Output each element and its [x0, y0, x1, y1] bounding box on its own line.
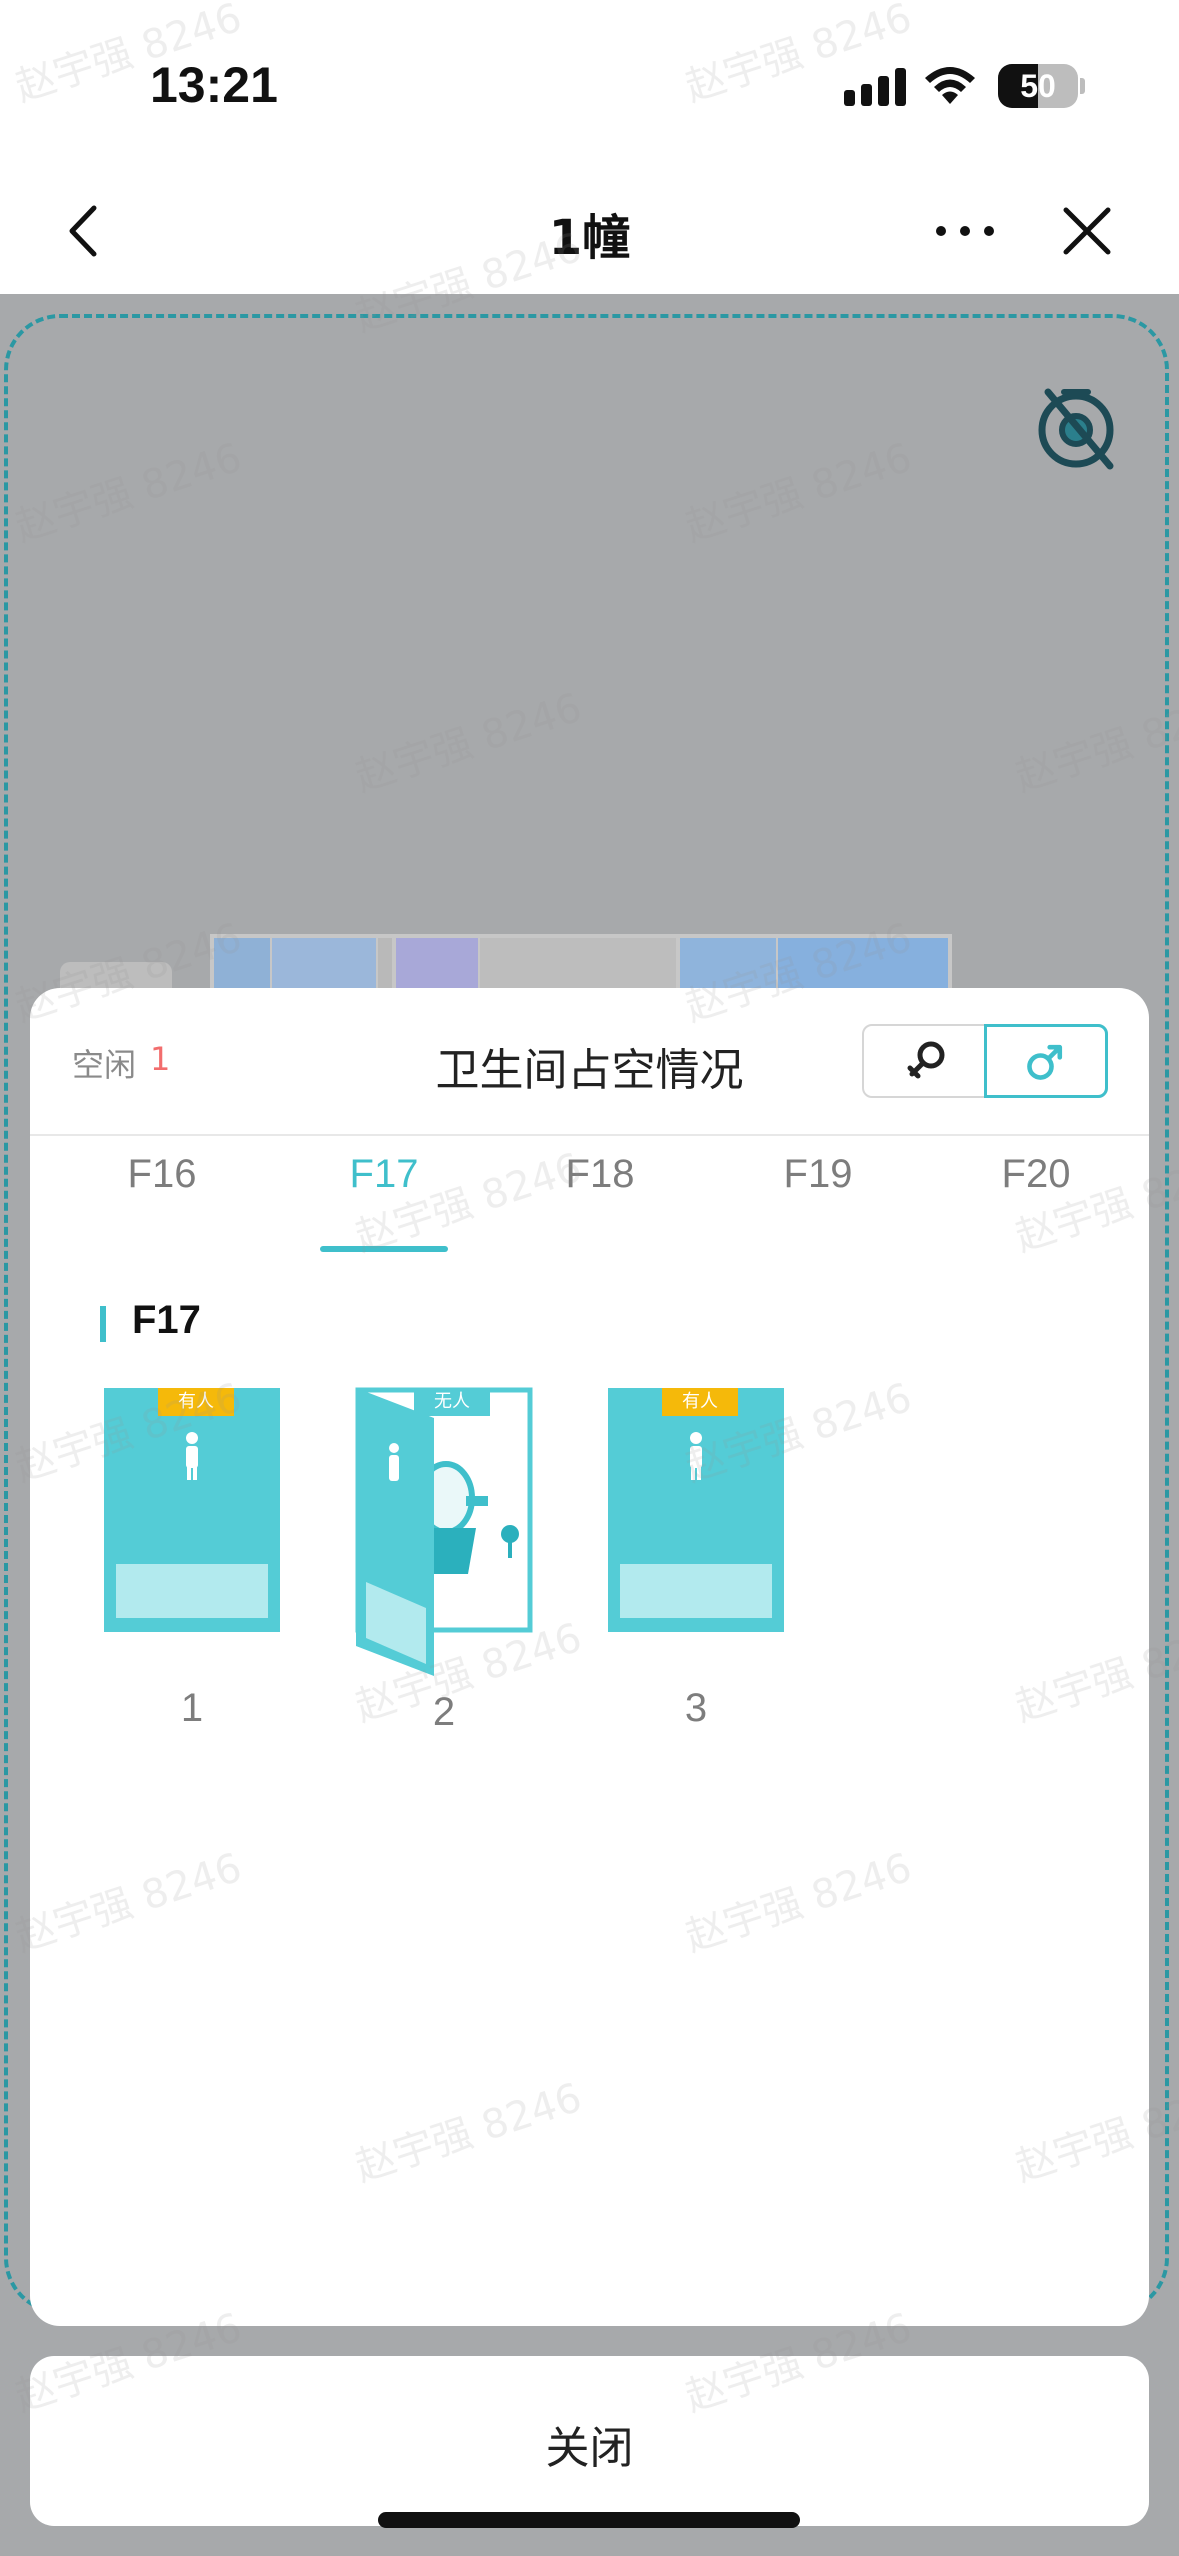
close-button[interactable]: 关闭	[30, 2356, 1149, 2526]
section-title: F17	[132, 1298, 201, 1342]
status-time: 13:21	[150, 57, 278, 113]
stall-status-badge: 无人	[414, 1388, 490, 1416]
stall-3[interactable]: 有人	[608, 1388, 784, 1632]
battery-icon: 50	[998, 64, 1078, 108]
floor-plan	[210, 934, 952, 994]
cellular-signal-icon	[844, 66, 908, 106]
floor-plan-room	[396, 938, 478, 990]
floor-tabs: F16 F17 F18 F19 F20	[30, 1136, 1149, 1256]
floor-plan-room	[272, 938, 376, 990]
stall-status-badge: 有人	[158, 1388, 234, 1416]
vacant-stall-icon	[355, 1387, 533, 1676]
tab-f17[interactable]: F17	[284, 1152, 484, 1197]
stall-2[interactable]: 无人	[355, 1387, 533, 1676]
stall-number: 3	[684, 1686, 708, 1730]
home-indicator	[378, 2512, 800, 2528]
floor-plan-room	[778, 938, 948, 990]
close-icon[interactable]	[1052, 196, 1122, 266]
stall-1[interactable]: 有人	[104, 1388, 280, 1632]
male-icon[interactable]	[984, 1024, 1108, 1098]
floor-plan-room	[214, 938, 270, 990]
sheet-header: 空闲 1 卫生间占空情况	[30, 988, 1149, 1136]
tab-f20[interactable]: F20	[936, 1152, 1136, 1197]
section-marker	[100, 1306, 106, 1342]
tab-f19[interactable]: F19	[718, 1152, 918, 1197]
stall-number: 2	[432, 1690, 456, 1734]
nav-bar: 1幢	[0, 170, 1179, 294]
female-icon[interactable]	[864, 1026, 986, 1096]
gender-toggle	[862, 1024, 1108, 1098]
stall-status-badge: 有人	[662, 1388, 738, 1416]
page-title: 1幢	[548, 210, 631, 266]
floor-plan-room	[480, 938, 676, 990]
active-tab-indicator	[320, 1246, 448, 1252]
stall-number: 1	[180, 1686, 204, 1730]
tab-f18[interactable]: F18	[500, 1152, 700, 1197]
restroom-occupancy-sheet: 空闲 1 卫生间占空情况 F16 F17 F18 F19 F20 F17 有人 …	[30, 988, 1149, 2326]
floor-plan-room	[378, 938, 392, 990]
occupied-stall-icon	[104, 1388, 280, 1632]
wifi-icon	[925, 67, 975, 104]
tab-f16[interactable]: F16	[62, 1152, 262, 1197]
battery-level: 50	[1020, 68, 1056, 104]
floor-plan-room	[680, 938, 776, 990]
occupied-stall-icon	[608, 1388, 784, 1632]
status-bar: 13:21 50	[0, 0, 1179, 170]
close-button-label: 关闭	[545, 2423, 634, 2474]
more-horizontal-icon[interactable]	[930, 206, 1000, 256]
battery-tip	[1080, 78, 1085, 94]
locate-off-icon[interactable]	[1028, 378, 1124, 474]
